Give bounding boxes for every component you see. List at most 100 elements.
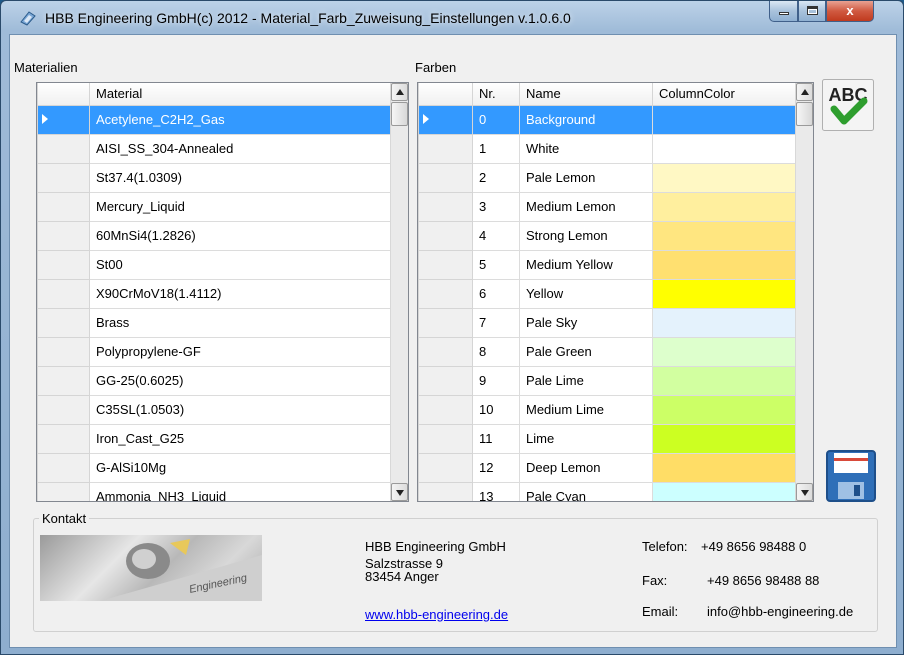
colors-grid[interactable]: Nr. Name ColumnColor 0 Background 1 White 2 P… — [417, 82, 814, 502]
color-name-cell[interactable]: Medium Lemon — [519, 191, 653, 222]
color-row[interactable]: 12 Deep Lemon — [418, 452, 798, 483]
colors-scrollbar[interactable] — [795, 83, 813, 501]
material-row[interactable]: GG-25(0.6025) — [37, 365, 393, 396]
color-swatch-cell[interactable] — [652, 452, 798, 483]
color-name-cell[interactable]: Medium Lime — [519, 394, 653, 425]
material-row[interactable]: Brass — [37, 307, 393, 338]
nr-column-header[interactable]: Nr. — [472, 83, 520, 106]
color-row-header[interactable] — [418, 249, 473, 280]
material-row-header[interactable] — [37, 481, 90, 501]
color-nr-cell[interactable]: 0 — [472, 104, 520, 135]
material-row-header[interactable] — [37, 133, 90, 164]
material-cell[interactable]: G-AlSi10Mg — [89, 452, 393, 483]
color-nr-cell[interactable]: 7 — [472, 307, 520, 338]
color-row-header[interactable] — [418, 307, 473, 338]
material-row-header[interactable] — [37, 220, 90, 251]
material-cell[interactable]: GG-25(0.6025) — [89, 365, 393, 396]
color-name-cell[interactable]: White — [519, 133, 653, 164]
color-row[interactable]: 7 Pale Sky — [418, 307, 798, 338]
material-cell[interactable]: Acetylene_C2H2_Gas — [89, 104, 393, 135]
color-row-header[interactable] — [418, 133, 473, 164]
color-name-cell[interactable]: Pale Lemon — [519, 162, 653, 193]
color-row-header[interactable] — [418, 104, 473, 135]
color-row[interactable]: 10 Medium Lime — [418, 394, 798, 425]
color-nr-cell[interactable]: 5 — [472, 249, 520, 280]
materials-scroll-thumb[interactable] — [391, 102, 408, 126]
material-cell[interactable]: Polypropylene-GF — [89, 336, 393, 367]
material-cell[interactable]: X90CrMoV18(1.4112) — [89, 278, 393, 309]
color-name-cell[interactable]: Background — [519, 104, 653, 135]
colors-scroll-up-button[interactable] — [796, 83, 813, 101]
color-swatch-cell[interactable] — [652, 394, 798, 425]
color-nr-cell[interactable]: 13 — [472, 481, 520, 501]
color-row-header[interactable] — [418, 481, 473, 501]
materials-scroll-up-button[interactable] — [391, 83, 408, 101]
material-cell[interactable]: AISI_SS_304-Annealed — [89, 133, 393, 164]
color-row[interactable]: 5 Medium Yellow — [418, 249, 798, 280]
color-name-cell[interactable]: Pale Green — [519, 336, 653, 367]
material-row-header[interactable] — [37, 278, 90, 309]
minimize-button[interactable] — [769, 1, 798, 22]
material-row-header[interactable] — [37, 307, 90, 338]
color-swatch-cell[interactable] — [652, 365, 798, 396]
material-row[interactable]: X90CrMoV18(1.4112) — [37, 278, 393, 309]
material-row[interactable]: Iron_Cast_G25 — [37, 423, 393, 454]
materials-scroll-down-button[interactable] — [391, 483, 408, 501]
color-nr-cell[interactable]: 9 — [472, 365, 520, 396]
website-link[interactable]: www.hbb-engineering.de — [365, 608, 508, 621]
color-swatch-cell[interactable] — [652, 191, 798, 222]
material-cell[interactable]: St00 — [89, 249, 393, 280]
color-row-header[interactable] — [418, 191, 473, 222]
colors-scroll-thumb[interactable] — [796, 102, 813, 126]
color-nr-cell[interactable]: 4 — [472, 220, 520, 251]
color-row-header[interactable] — [418, 162, 473, 193]
color-name-cell[interactable]: Strong Lemon — [519, 220, 653, 251]
material-row[interactable]: C35SL(1.0503) — [37, 394, 393, 425]
color-name-cell[interactable]: Yellow — [519, 278, 653, 309]
material-row[interactable]: Polypropylene-GF — [37, 336, 393, 367]
color-row[interactable]: 1 White — [418, 133, 798, 164]
maximize-button[interactable] — [798, 1, 826, 22]
color-nr-cell[interactable]: 11 — [472, 423, 520, 454]
material-cell[interactable]: 60MnSi4(1.2826) — [89, 220, 393, 251]
color-swatch-cell[interactable] — [652, 104, 798, 135]
material-row-header[interactable] — [37, 249, 90, 280]
material-row[interactable]: G-AlSi10Mg — [37, 452, 393, 483]
material-row[interactable]: St00 — [37, 249, 393, 280]
color-swatch-cell[interactable] — [652, 162, 798, 193]
color-swatch-cell[interactable] — [652, 133, 798, 164]
color-row-header[interactable] — [418, 452, 473, 483]
save-button[interactable] — [826, 450, 878, 502]
material-cell[interactable]: Mercury_Liquid — [89, 191, 393, 222]
color-swatch-cell[interactable] — [652, 278, 798, 309]
color-row-header[interactable] — [418, 336, 473, 367]
color-nr-cell[interactable]: 1 — [472, 133, 520, 164]
color-swatch-cell[interactable] — [652, 220, 798, 251]
color-row[interactable]: 6 Yellow — [418, 278, 798, 309]
color-nr-cell[interactable]: 10 — [472, 394, 520, 425]
material-row[interactable]: Acetylene_C2H2_Gas — [37, 104, 393, 135]
color-nr-cell[interactable]: 12 — [472, 452, 520, 483]
close-button[interactable]: x — [826, 1, 874, 22]
material-cell[interactable]: Brass — [89, 307, 393, 338]
material-row-header[interactable] — [37, 452, 90, 483]
name-column-header[interactable]: Name — [519, 83, 653, 106]
color-name-cell[interactable]: Pale Sky — [519, 307, 653, 338]
color-nr-cell[interactable]: 8 — [472, 336, 520, 367]
material-row-header[interactable] — [37, 423, 90, 454]
material-row[interactable]: 60MnSi4(1.2826) — [37, 220, 393, 251]
color-nr-cell[interactable]: 2 — [472, 162, 520, 193]
material-row[interactable]: Mercury_Liquid — [37, 191, 393, 222]
color-swatch-cell[interactable] — [652, 481, 798, 501]
color-row[interactable]: 8 Pale Green — [418, 336, 798, 367]
color-row[interactable]: 11 Lime — [418, 423, 798, 454]
material-cell[interactable]: Ammonia_NH3_Liquid — [89, 481, 393, 501]
color-row-header[interactable] — [418, 394, 473, 425]
material-row-header[interactable] — [37, 162, 90, 193]
color-row-header[interactable] — [418, 365, 473, 396]
material-row[interactable]: Ammonia_NH3_Liquid — [37, 481, 393, 501]
spellcheck-button[interactable]: ABC — [822, 79, 874, 131]
color-row[interactable]: 0 Background — [418, 104, 798, 135]
color-row[interactable]: 9 Pale Lime — [418, 365, 798, 396]
material-cell[interactable]: St37.4(1.0309) — [89, 162, 393, 193]
